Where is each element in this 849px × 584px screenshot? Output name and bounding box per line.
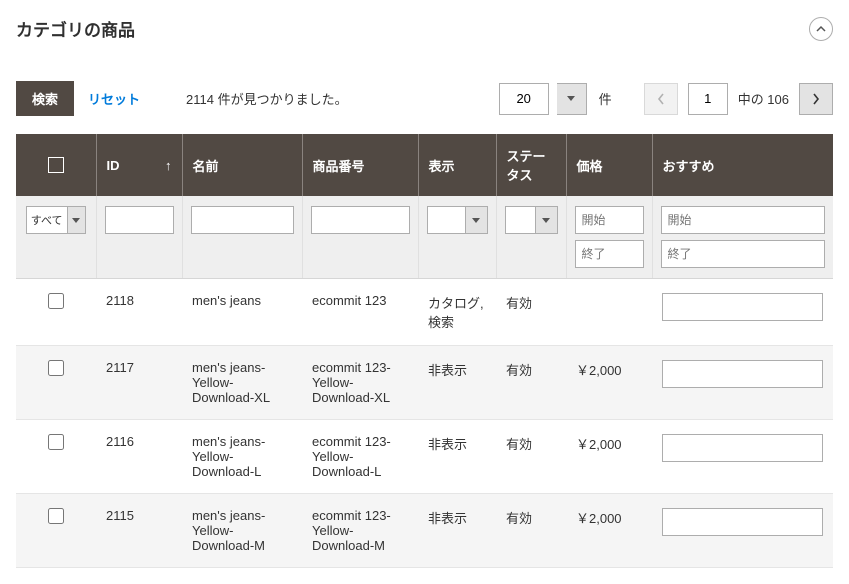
row-checkbox[interactable] <box>48 434 64 450</box>
row-checkbox[interactable] <box>48 508 64 524</box>
filter-checkbox-select[interactable]: すべて <box>26 206 86 234</box>
cell-name: men's jeans-Yellow-Download-M <box>182 494 302 568</box>
cell-name: men's jeans-Yellow-Download-XL <box>182 346 302 420</box>
products-table: ID↑ 名前 商品番号 表示 ステータス 価格 おすすめ すべて <box>16 134 833 568</box>
cell-sku: ecommit 123-Yellow-Download-XL <box>302 346 418 420</box>
chevron-down-icon <box>567 96 575 101</box>
cell-sku: ecommit 123-Yellow-Download-M <box>302 494 418 568</box>
position-input[interactable] <box>662 293 823 321</box>
filter-status-select[interactable] <box>505 206 558 234</box>
col-checkbox[interactable] <box>16 134 96 196</box>
position-input[interactable] <box>662 360 823 388</box>
page-input[interactable] <box>688 83 728 115</box>
pagesize-dropdown[interactable] <box>557 83 587 115</box>
sort-asc-icon: ↑ <box>165 158 172 173</box>
cell-id: 2118 <box>96 279 182 346</box>
table-row[interactable]: 2118men's jeansecommit 123カタログ, 検索有効 <box>16 279 833 346</box>
position-input[interactable] <box>662 434 823 462</box>
cell-status: 有効 <box>496 279 566 346</box>
table-row[interactable]: 2115men's jeans-Yellow-Download-Mecommit… <box>16 494 833 568</box>
cell-status: 有効 <box>496 420 566 494</box>
filter-price-from-input[interactable] <box>575 206 644 234</box>
cell-price <box>566 279 652 346</box>
filter-sku-input[interactable] <box>311 206 410 234</box>
filter-position-to-input[interactable] <box>661 240 826 268</box>
cell-visibility: 非表示 <box>418 420 496 494</box>
cell-id: 2116 <box>96 420 182 494</box>
cell-name: men's jeans <box>182 279 302 346</box>
chevron-down-icon <box>472 218 480 223</box>
chevron-down-icon <box>72 218 80 223</box>
col-price[interactable]: 価格 <box>566 134 652 196</box>
col-sku[interactable]: 商品番号 <box>302 134 418 196</box>
section-title: カテゴリの商品 <box>16 16 135 41</box>
page-of-label: 中の 106 <box>738 89 789 108</box>
cell-visibility: 非表示 <box>418 494 496 568</box>
cell-price: ￥2,000 <box>566 346 652 420</box>
search-button[interactable]: 検索 <box>16 81 74 116</box>
cell-sku: ecommit 123 <box>302 279 418 346</box>
col-id[interactable]: ID↑ <box>96 134 182 196</box>
chevron-right-icon <box>812 93 820 105</box>
cell-name: men's jeans-Yellow-Download-L <box>182 420 302 494</box>
collapse-button[interactable] <box>809 17 833 41</box>
filter-name-input[interactable] <box>191 206 294 234</box>
records-found-label: 2114 件が見つかりました。 <box>186 89 348 108</box>
pagesize-input[interactable] <box>499 83 549 115</box>
filter-visibility-select[interactable] <box>427 206 488 234</box>
cell-status: 有効 <box>496 494 566 568</box>
cell-id: 2115 <box>96 494 182 568</box>
cell-visibility: カタログ, 検索 <box>418 279 496 346</box>
col-visibility[interactable]: 表示 <box>418 134 496 196</box>
cell-price: ￥2,000 <box>566 494 652 568</box>
position-input[interactable] <box>662 508 823 536</box>
chevron-left-icon <box>657 93 665 105</box>
col-status[interactable]: ステータス <box>496 134 566 196</box>
row-checkbox[interactable] <box>48 293 64 309</box>
filter-id-input[interactable] <box>105 206 174 234</box>
filter-position-from-input[interactable] <box>661 206 826 234</box>
table-row[interactable]: 2117men's jeans-Yellow-Download-XLecommi… <box>16 346 833 420</box>
cell-status: 有効 <box>496 346 566 420</box>
cell-visibility: 非表示 <box>418 346 496 420</box>
next-page-button[interactable] <box>799 83 833 115</box>
row-checkbox[interactable] <box>48 360 64 376</box>
col-name[interactable]: 名前 <box>182 134 302 196</box>
table-row[interactable]: 2116men's jeans-Yellow-Download-Lecommit… <box>16 420 833 494</box>
filter-price-to-input[interactable] <box>575 240 644 268</box>
cell-sku: ecommit 123-Yellow-Download-L <box>302 420 418 494</box>
cell-id: 2117 <box>96 346 182 420</box>
chevron-down-icon <box>542 218 550 223</box>
cell-price: ￥2,000 <box>566 420 652 494</box>
prev-page-button[interactable] <box>644 83 678 115</box>
col-position[interactable]: おすすめ <box>652 134 833 196</box>
reset-link[interactable]: リセット <box>88 89 140 108</box>
select-all-checkbox[interactable] <box>48 157 64 173</box>
chevron-up-icon <box>816 24 826 34</box>
pagesize-unit-label: 件 <box>599 89 612 108</box>
